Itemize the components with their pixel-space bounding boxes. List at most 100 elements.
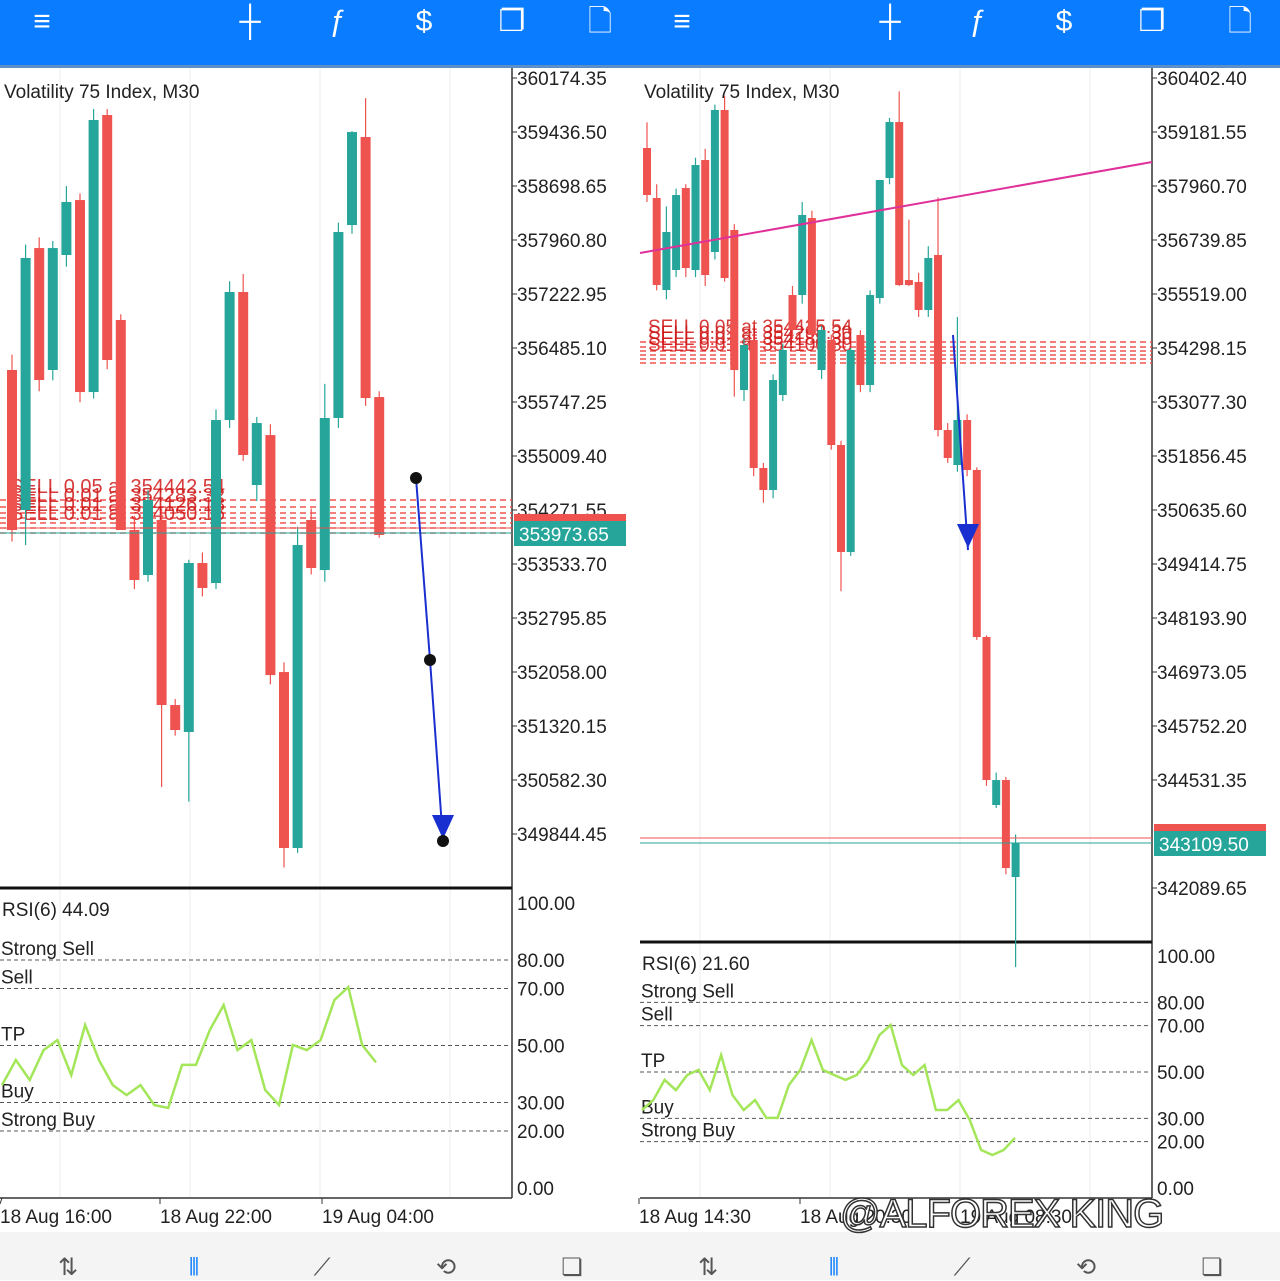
bearish-candle: [904, 280, 913, 286]
price-label: 352795.85: [517, 609, 607, 630]
bearish-candle: [279, 672, 289, 848]
price-label: 359181.55: [1157, 123, 1247, 144]
rsi-axis-label: 80.00: [517, 951, 565, 972]
rsi-axis-label: 70.00: [517, 980, 565, 1001]
trade-icon[interactable]: ⟋: [302, 1256, 342, 1280]
arrow-anchor-point: [424, 654, 436, 667]
bearish-candle: [720, 109, 729, 279]
chart-icon[interactable]: ⫴: [174, 1256, 214, 1280]
price-label: 352058.00: [517, 663, 607, 684]
rsi-level-label: TP: [641, 1051, 665, 1072]
bullish-candle: [319, 417, 330, 571]
bullish-candle: [211, 420, 221, 584]
price-label: 351856.45: [1157, 447, 1247, 468]
bottom-nav-right: ⇅ ⫴ ⟋ ⟲ ❏: [640, 1232, 1280, 1280]
quotes-icon[interactable]: ⇅: [48, 1256, 88, 1280]
bearish-candle: [837, 445, 845, 553]
arrow-anchor-point: [437, 835, 449, 848]
messages-icon[interactable]: ❏: [552, 1256, 592, 1280]
bullish-candle: [798, 215, 807, 296]
bearish-candle: [374, 397, 385, 536]
bullish-candle: [183, 563, 194, 732]
bearish-candle: [759, 468, 768, 490]
bearish-candle: [788, 295, 797, 331]
price-label: 344531.35: [1157, 771, 1247, 792]
charts[interactable]: Volatility 75 Index, M30 360174.35 359436.…: [0, 0, 1280, 1232]
rsi-level-label: Strong Buy: [1, 1110, 95, 1131]
rsi-label: RSI(6) 21.60: [642, 954, 750, 975]
bearish-candle: [982, 637, 991, 781]
bullish-candle: [875, 180, 884, 299]
bullish-candle: [143, 500, 153, 576]
bullish-candle: [691, 165, 700, 271]
bearish-candle: [34, 248, 45, 381]
rsi-axis-label: 100.00: [517, 894, 575, 915]
current-price: 343109.50: [1159, 835, 1249, 856]
bullish-candle: [61, 202, 72, 256]
price-label: 351320.15: [517, 717, 607, 738]
bullish-candle: [20, 258, 31, 511]
bullish-candle: [924, 257, 933, 311]
bullish-candle: [347, 132, 357, 226]
bearish-candle: [156, 519, 167, 706]
bullish-candle: [88, 120, 99, 393]
rsi-level-label: Strong Sell: [641, 981, 734, 1002]
rsi-level-label: Strong Buy: [641, 1121, 735, 1142]
rsi-axis-label: 70.00: [1157, 1017, 1205, 1038]
bearish-candle: [749, 340, 758, 469]
history-icon[interactable]: ⟲: [426, 1256, 466, 1280]
rsi-axis-label: 20.00: [1157, 1133, 1205, 1154]
rsi-axis-label: 50.00: [1157, 1063, 1205, 1084]
bearish-candle: [306, 519, 317, 568]
bearish-candle: [943, 430, 952, 459]
bearish-candle: [115, 320, 126, 531]
price-label: 357960.80: [517, 231, 607, 252]
price-label: 353533.70: [517, 555, 607, 576]
bearish-candle: [730, 229, 739, 371]
bearish-candle: [238, 292, 249, 455]
trade-icon[interactable]: ⟋: [942, 1256, 982, 1280]
watermark: @ALFOREX KING: [839, 1191, 1165, 1237]
price-label: 355009.40: [517, 447, 607, 468]
price-label: 348193.90: [1157, 609, 1247, 630]
bearish-candle: [129, 530, 140, 581]
current-price: 353973.65: [519, 525, 609, 546]
bullish-candle: [740, 345, 748, 391]
rsi-axis-label: 20.00: [517, 1122, 565, 1143]
quotes-icon[interactable]: ⇅: [688, 1256, 728, 1280]
time-label: 18 Aug 22:00: [160, 1207, 272, 1228]
time-tick: [0, 1197, 3, 1205]
rsi-level-label: Strong Sell: [1, 939, 94, 960]
chart-title: Volatility 75 Index, M30: [644, 82, 839, 103]
price-label: 359436.50: [517, 123, 607, 144]
price-label: 349414.75: [1157, 555, 1247, 576]
price-label: 354298.15: [1157, 339, 1247, 360]
history-icon[interactable]: ⟲: [1066, 1256, 1106, 1280]
bearish-candle: [643, 147, 651, 196]
price-label: 356739.85: [1157, 231, 1247, 252]
bullish-candle: [251, 423, 262, 486]
bearish-candle: [827, 340, 836, 446]
messages-icon[interactable]: ❏: [1192, 1256, 1232, 1280]
bearish-candle: [934, 254, 942, 431]
bottom-nav-left: ⇅ ⫴ ⟋ ⟲ ❏: [0, 1232, 640, 1280]
time-label: 18 Aug 14:30: [639, 1207, 751, 1228]
bearish-candle: [197, 563, 208, 588]
bearish-candle: [681, 188, 690, 269]
bearish-candle: [360, 137, 371, 399]
chart-icon[interactable]: ⫴: [814, 1256, 854, 1280]
bullish-candle: [846, 350, 855, 553]
bearish-candle: [1001, 780, 1010, 869]
time-label: 19 Aug 04:00: [322, 1207, 434, 1228]
price-label: 353077.30: [1157, 393, 1247, 414]
bearish-candle: [914, 282, 923, 311]
bearish-candle: [972, 470, 981, 638]
price-label: 360402.40: [1157, 69, 1247, 90]
price-label: 360174.35: [517, 69, 607, 90]
bullish-candle: [333, 231, 344, 418]
bullish-candle: [885, 122, 894, 179]
bullish-candle: [769, 380, 778, 490]
price-label: 357960.70: [1157, 177, 1247, 198]
rsi-axis-label: 80.00: [1157, 993, 1205, 1014]
bearish-candle: [652, 198, 661, 286]
